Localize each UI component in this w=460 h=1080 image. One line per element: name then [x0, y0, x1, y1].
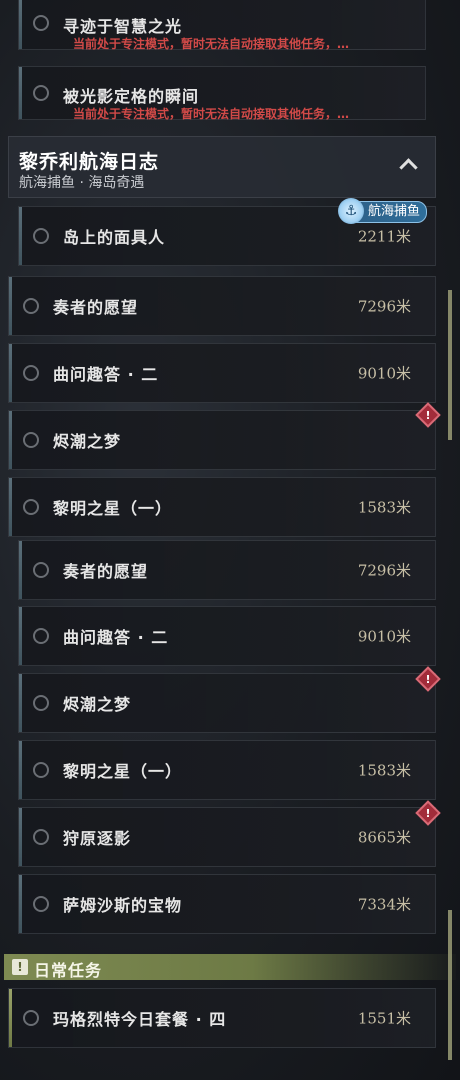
- quest-card[interactable]: 萨姆沙斯的宝物 7334米: [18, 874, 436, 934]
- quest-title: 曲问趣答 · 二: [53, 365, 159, 384]
- quest-title: 玛格烈特今日套餐 · 四: [53, 1010, 227, 1029]
- quest-title: 曲问趣答 · 二: [63, 628, 169, 647]
- quest-status-circle: [33, 829, 49, 845]
- quest-status-circle: [23, 499, 39, 515]
- quest-card[interactable]: 寻迹于智慧之光 当前处于专注模式，暂时无法自动接取其他任务，…: [18, 0, 426, 51]
- quest-title: 狩原逐影: [63, 829, 132, 848]
- scrollbar-thumb[interactable]: [448, 290, 452, 440]
- quest-status-circle: [33, 896, 49, 912]
- quest-distance: 7296米: [357, 561, 411, 580]
- scrollbar-thumb[interactable]: [448, 910, 452, 1060]
- daily-quests-header[interactable]: ! 日常任务: [4, 954, 456, 980]
- quest-warning-text: 当前处于专注模式，暂时无法自动接取其他任务，…: [73, 37, 350, 51]
- quest-group-title: 黎乔利航海日志: [19, 151, 160, 173]
- quest-group-subtitle: 航海捕鱼 · 海岛奇遇: [19, 175, 145, 191]
- quest-status-circle: [23, 298, 39, 314]
- quest-card[interactable]: 玛格烈特今日套餐 · 四 1551米: [8, 988, 436, 1048]
- quest-distance: 9010米: [357, 364, 411, 383]
- quest-title: 奏者的愿望: [53, 298, 139, 317]
- quest-status-circle: [33, 562, 49, 578]
- quest-card[interactable]: 黎明之星（一） 1583米: [18, 740, 436, 800]
- quest-status-circle: [33, 628, 49, 644]
- quest-status-circle: [23, 432, 39, 448]
- quest-status-circle: [33, 85, 49, 101]
- quest-status-circle: [33, 762, 49, 778]
- quest-distance: 7296米: [357, 297, 411, 316]
- quest-card[interactable]: 曲问趣答 · 二 9010米: [18, 606, 436, 666]
- quest-card[interactable]: 奏者的愿望 7296米: [8, 276, 436, 336]
- quest-distance: 9010米: [357, 627, 411, 646]
- quest-title: 黎明之星（一）: [63, 762, 183, 781]
- quest-status-circle: [33, 15, 49, 31]
- quest-panel: 寻迹于智慧之光 当前处于专注模式，暂时无法自动接取其他任务，… 被光影定格的瞬间…: [0, 0, 460, 1080]
- quest-tag-label: 航海捕鱼: [367, 204, 420, 219]
- quest-title: 被光影定格的瞬间: [63, 87, 200, 106]
- quest-title: 寻迹于智慧之光: [63, 17, 183, 36]
- quest-distance: 8665米: [357, 828, 411, 847]
- quest-status-circle: [33, 695, 49, 711]
- quest-title: 烬潮之梦: [63, 695, 132, 714]
- quest-card[interactable]: 奏者的愿望 7296米: [18, 540, 436, 600]
- quest-card[interactable]: 烬潮之梦: [18, 673, 436, 733]
- quest-card[interactable]: 狩原逐影 8665米: [18, 807, 436, 867]
- quest-warning-text: 当前处于专注模式，暂时无法自动接取其他任务，…: [73, 107, 350, 121]
- quest-group-header[interactable]: 黎乔利航海日志 航海捕鱼 · 海岛奇遇: [8, 136, 436, 198]
- chevron-up-icon[interactable]: [399, 158, 418, 177]
- quest-status-circle: [33, 228, 49, 244]
- quest-distance: 1551米: [357, 1009, 411, 1028]
- quest-title: 萨姆沙斯的宝物: [63, 896, 183, 915]
- quest-card[interactable]: 被光影定格的瞬间 当前处于专注模式，暂时无法自动接取其他任务，…: [18, 66, 426, 121]
- quest-title: 黎明之星（一）: [53, 499, 173, 518]
- quest-distance: 1583米: [357, 761, 411, 780]
- quest-status-circle: [23, 365, 39, 381]
- quest-distance: 1583米: [357, 498, 411, 517]
- quest-title: 烬潮之梦: [53, 432, 122, 451]
- quest-card[interactable]: 岛上的面具人 2211米 ⚓ 航海捕鱼: [18, 198, 436, 266]
- quest-title: 奏者的愿望: [63, 562, 149, 581]
- quest-distance: 2211米: [357, 227, 411, 246]
- quest-tag-badge: ⚓ 航海捕鱼: [337, 198, 427, 224]
- quest-card[interactable]: 曲问趣答 · 二 9010米: [8, 343, 436, 403]
- quest-card[interactable]: 黎明之星（一） 1583米: [8, 477, 436, 537]
- exclamation-icon: !: [12, 959, 28, 975]
- daily-quests-label: 日常任务: [34, 961, 103, 980]
- quest-distance: 7334米: [357, 895, 411, 914]
- quest-title: 岛上的面具人: [63, 228, 166, 247]
- quest-card[interactable]: 烬潮之梦: [8, 410, 436, 470]
- quest-status-circle: [23, 1010, 39, 1026]
- anchor-icon: ⚓: [337, 198, 364, 224]
